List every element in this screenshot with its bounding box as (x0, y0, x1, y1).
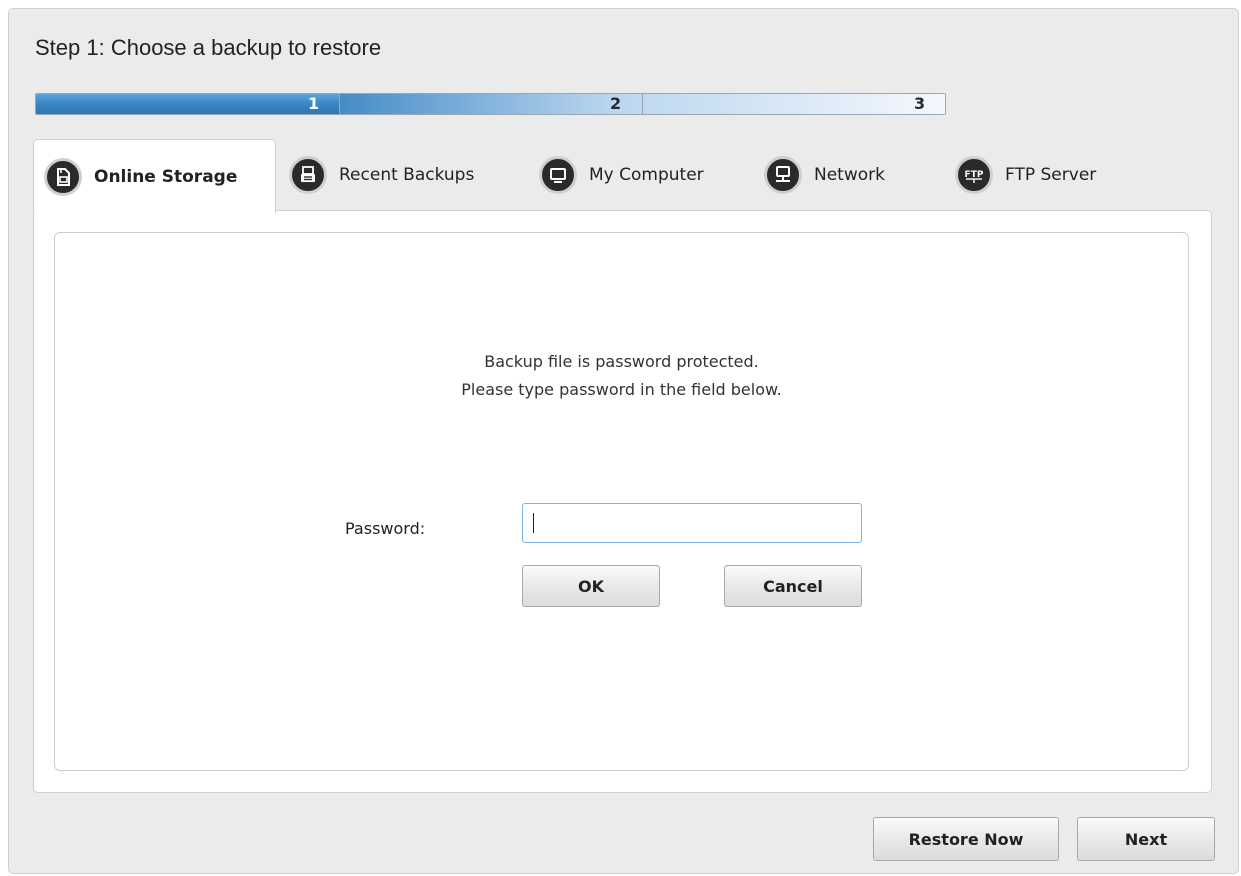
tab-label-recent-backups: Recent Backups (339, 165, 475, 185)
password-input[interactable] (522, 503, 862, 543)
online-storage-icon (44, 157, 82, 196)
progress-step-1-label: 1 (308, 94, 320, 113)
text-caret (533, 513, 534, 533)
tab-label-my-computer: My Computer (589, 165, 704, 185)
tab-network[interactable]: Network (764, 139, 885, 211)
tab-recent-backups[interactable]: Recent Backups (289, 139, 474, 211)
restore-now-button[interactable]: Restore Now (873, 817, 1059, 861)
progress-step-2-label: 2 (610, 94, 622, 113)
tab-label-online-storage: Online Storage (94, 166, 238, 187)
my-computer-icon (539, 156, 577, 194)
tab-label-network: Network (814, 165, 885, 185)
tab-content-panel: Backup file is password protected. Pleas… (33, 210, 1212, 793)
password-dialog-panel: Backup file is password protected. Pleas… (54, 232, 1189, 771)
step-title: Step 1: Choose a backup to restore (35, 35, 382, 60)
ftp-server-icon: FTP (955, 156, 993, 194)
recent-backups-icon (289, 156, 327, 194)
next-button[interactable]: Next (1077, 817, 1215, 861)
network-icon (764, 156, 802, 194)
tab-label-ftp-server: FTP Server (1005, 165, 1097, 185)
wizard-progress-bar: 1 2 3 (35, 93, 946, 115)
progress-segment-1 (36, 94, 340, 114)
tab-my-computer[interactable]: My Computer (539, 139, 704, 211)
password-message-line-2: Please type password in the field below. (461, 380, 782, 399)
tab-ftp-server[interactable]: FTP FTP Server (955, 139, 1096, 211)
password-label: Password: (345, 519, 426, 538)
progress-step-3-label: 3 (914, 94, 926, 113)
tab-online-storage[interactable]: Online Storage (33, 139, 276, 213)
ok-button[interactable]: OK (522, 565, 660, 607)
cancel-button[interactable]: Cancel (724, 565, 862, 607)
password-message-line-1: Backup file is password protected. (484, 352, 759, 371)
restore-wizard-window: Step 1: Choose a backup to restore 1 2 3… (8, 8, 1239, 874)
progress-segment-2 (339, 94, 643, 114)
